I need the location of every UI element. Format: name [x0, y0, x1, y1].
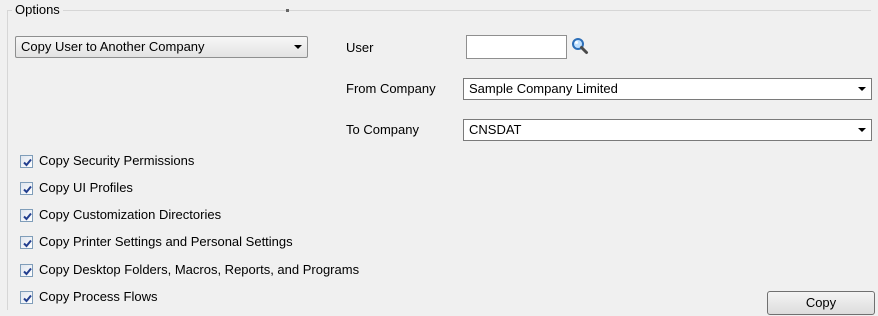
- copy-mode-value: Copy User to Another Company: [21, 39, 205, 54]
- copy-process-flows-checkbox-row[interactable]: Copy Process Flows: [20, 289, 157, 305]
- copy-desktop-folders-checkbox-row[interactable]: Copy Desktop Folders, Macros, Reports, a…: [20, 262, 359, 278]
- copy-mode-dropdown[interactable]: Copy User to Another Company: [15, 36, 308, 58]
- check-icon[interactable]: [20, 181, 33, 195]
- check-icon[interactable]: [20, 154, 33, 168]
- user-label: User: [346, 40, 374, 55]
- user-input[interactable]: [466, 35, 567, 59]
- copy-button[interactable]: Copy: [767, 291, 875, 315]
- to-company-label: To Company: [346, 122, 419, 137]
- copy-desktop-folders-label: Copy Desktop Folders, Macros, Reports, a…: [39, 262, 360, 277]
- copy-process-flows-label: Copy Process Flows: [39, 289, 158, 304]
- check-icon[interactable]: [20, 208, 33, 222]
- options-legend: Options: [12, 2, 63, 18]
- check-icon[interactable]: [20, 235, 33, 249]
- small-mark: [286, 9, 289, 12]
- copy-ui-profiles-checkbox-row[interactable]: Copy UI Profiles: [20, 180, 133, 196]
- copy-security-permissions-checkbox-row[interactable]: Copy Security Permissions: [20, 153, 194, 169]
- copy-printer-settings-checkbox-row[interactable]: Copy Printer Settings and Personal Setti…: [20, 234, 293, 250]
- from-company-label: From Company: [346, 81, 436, 96]
- chevron-down-icon: [289, 37, 307, 57]
- copy-security-permissions-label: Copy Security Permissions: [39, 153, 195, 168]
- copy-customization-directories-label: Copy Customization Directories: [39, 207, 222, 222]
- to-company-dropdown[interactable]: CNSDAT: [463, 119, 872, 141]
- check-icon[interactable]: [20, 290, 33, 304]
- search-icon[interactable]: [569, 34, 591, 58]
- from-company-value: Sample Company Limited: [469, 81, 618, 96]
- copy-customization-directories-checkbox-row[interactable]: Copy Customization Directories: [20, 207, 221, 223]
- copy-ui-profiles-label: Copy UI Profiles: [39, 180, 133, 195]
- chevron-down-icon: [853, 120, 871, 140]
- check-icon[interactable]: [20, 263, 33, 277]
- copy-user-options-page: Options Copy User to Another Company Use…: [0, 0, 878, 316]
- from-company-dropdown[interactable]: Sample Company Limited: [463, 78, 872, 100]
- to-company-value: CNSDAT: [469, 122, 522, 137]
- copy-printer-settings-label: Copy Printer Settings and Personal Setti…: [39, 234, 293, 249]
- chevron-down-icon: [853, 79, 871, 99]
